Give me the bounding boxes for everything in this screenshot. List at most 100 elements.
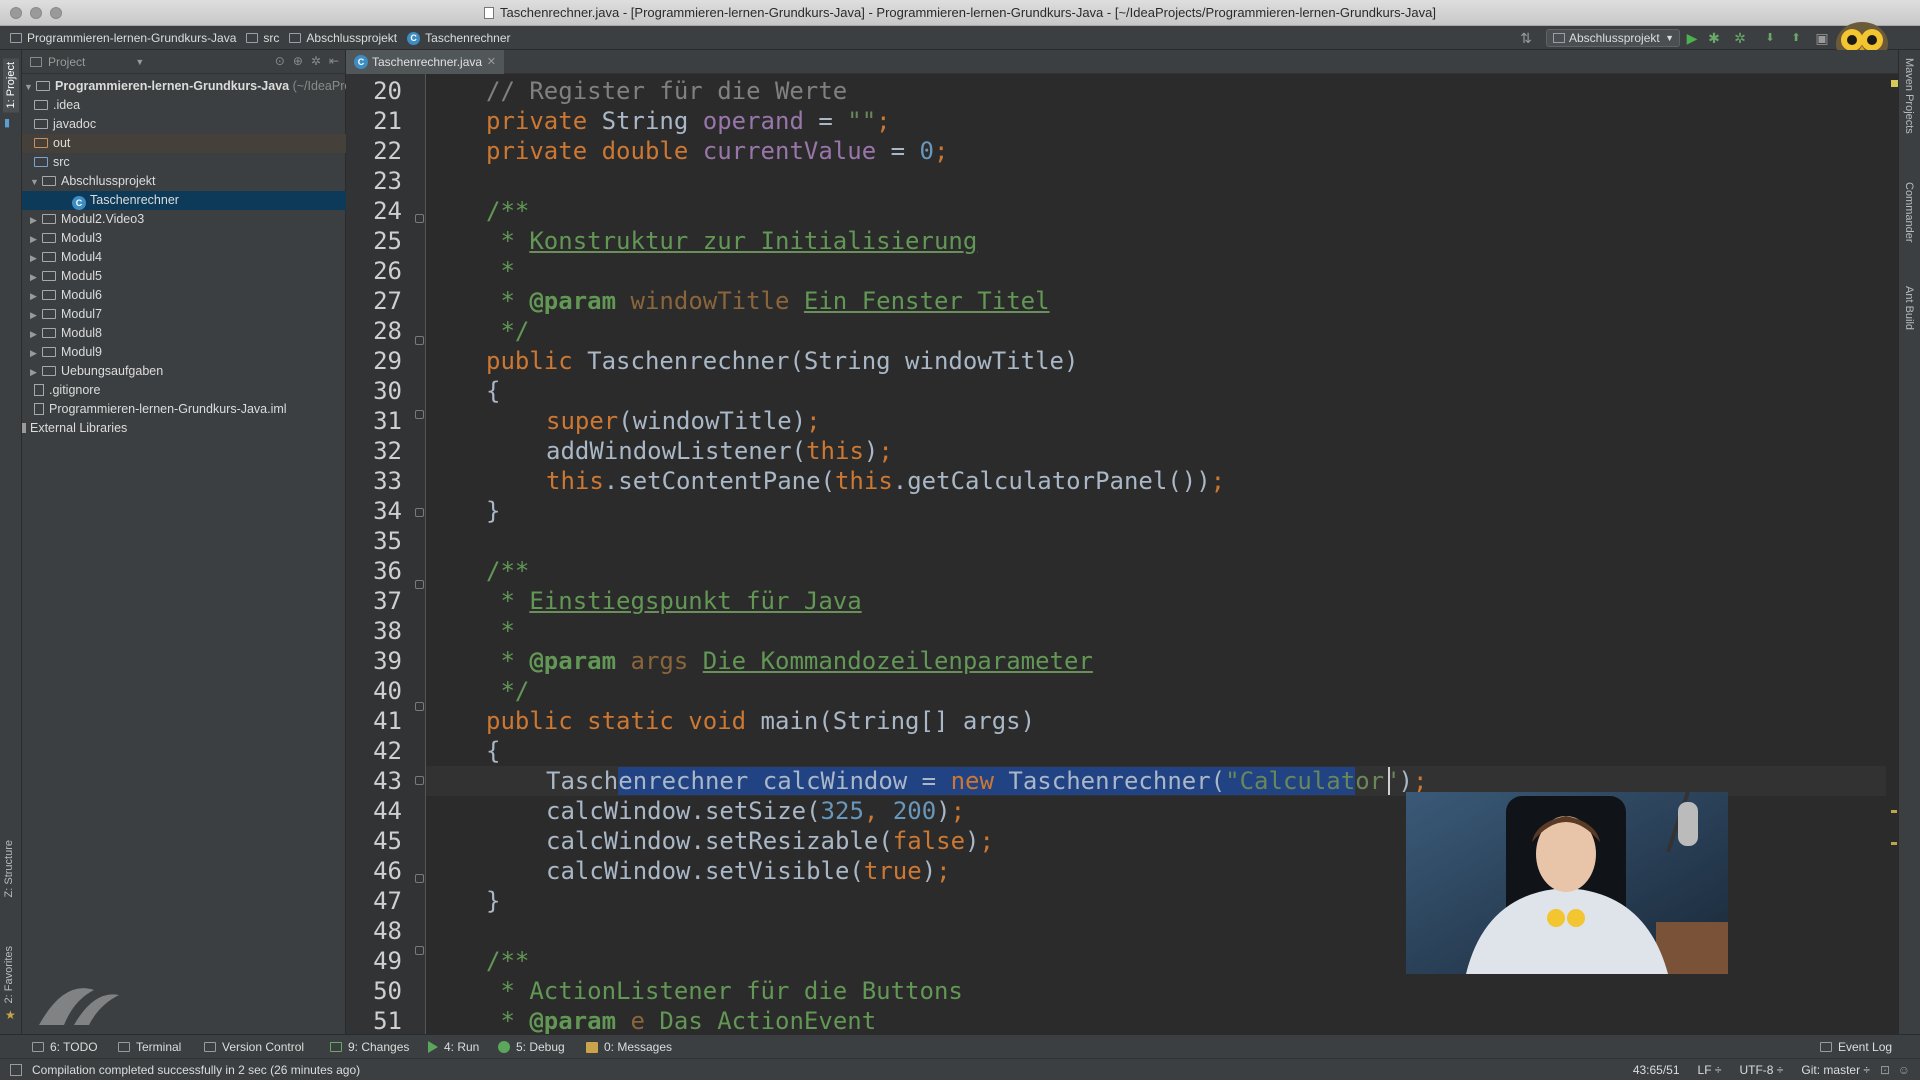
toggle-tool-windows-icon[interactable] — [10, 1064, 22, 1076]
tool-window-bar: 6: TODO Terminal Version Control 9: Chan… — [0, 1034, 1920, 1058]
folder-icon — [36, 81, 50, 91]
tree-item-modul4[interactable]: ▶ Modul4 — [22, 248, 346, 267]
line-number: 28 — [373, 317, 402, 345]
breadcrumb-src[interactable]: src — [246, 31, 279, 45]
chevron-down-icon[interactable]: ▼ — [135, 57, 144, 67]
tab-project[interactable]: 1: Project — [3, 58, 19, 113]
status-indicators: 43:65/51 LF ÷ UTF-8 ÷ Git: master ÷ — [1633, 1059, 1870, 1080]
code-line: private double currentValue = 0; — [486, 137, 949, 165]
package-icon — [42, 252, 56, 262]
tree-item-modul2-video3[interactable]: ▶ Modul2.Video3 — [22, 210, 346, 229]
warning-marker[interactable] — [1891, 810, 1897, 813]
tab-taschenrechner-java[interactable]: C Taschenrechner.java ✕ — [346, 50, 504, 74]
tree-item-out[interactable]: out — [22, 134, 346, 153]
vcs-update-icon[interactable]: ⬇ — [1762, 30, 1778, 46]
debug-button[interactable]: 5: Debug — [498, 1035, 565, 1059]
tree-item-uebungsaufgaben[interactable]: ▶ Uebungsaufgaben — [22, 362, 346, 381]
line-number: 30 — [373, 377, 402, 405]
debug-icon — [498, 1041, 510, 1053]
tree-item-modul8[interactable]: ▶ Modul8 — [22, 324, 346, 343]
run-button[interactable]: 4: Run — [428, 1035, 479, 1059]
caret-position[interactable]: 43:65/51 — [1633, 1059, 1680, 1080]
close-icon[interactable]: ✕ — [487, 50, 496, 74]
build-icon[interactable]: ⇅ — [1518, 30, 1534, 46]
tree-item-src[interactable]: src — [22, 153, 346, 172]
tree-item-idea[interactable]: .idea — [22, 96, 346, 115]
tree-item-modul3[interactable]: ▶ Modul3 — [22, 229, 346, 248]
debug-icon[interactable]: ✱ — [1706, 30, 1722, 46]
tree-item-root[interactable]: ▼ Programmieren-lernen-Grundkurs-Java (~/… — [22, 77, 351, 97]
favorites-star-icon: ★ — [5, 1008, 16, 1022]
tree-item-taschenrechner[interactable]: C Taschenrechner — [22, 191, 346, 210]
coverage-icon[interactable]: ✲ — [1732, 30, 1748, 46]
tree-item-modul9[interactable]: ▶ Modul9 — [22, 343, 346, 362]
tree-item-abschlussprojekt[interactable]: ▼ Abschlussprojekt — [22, 172, 346, 191]
line-number: 43 — [373, 767, 402, 795]
status-message[interactable]: Compilation completed successfully in 2 … — [32, 1059, 360, 1080]
chevron-right-icon[interactable]: ▶ — [30, 363, 42, 382]
chevron-right-icon[interactable]: ▶ — [30, 230, 42, 249]
vcs-commit-icon[interactable]: ⬆ — [1788, 30, 1804, 46]
code-line: * — [486, 617, 515, 645]
todo-button[interactable]: 6: TODO — [32, 1035, 98, 1059]
run-configuration-select[interactable]: Abschlussprojekt ▼ — [1546, 29, 1680, 47]
changes-button[interactable]: 9: Changes — [330, 1035, 409, 1059]
tab-maven-projects[interactable]: Maven Projects — [1903, 58, 1915, 134]
chevron-down-icon: ▼ — [1665, 33, 1674, 43]
chevron-right-icon[interactable]: ▶ — [30, 249, 42, 268]
scroll-from-source-icon[interactable]: ⊙ — [275, 54, 285, 68]
webcam-overlay — [1406, 792, 1728, 974]
event-log-button[interactable]: Event Log — [1820, 1035, 1892, 1059]
gear-icon[interactable]: ✲ — [311, 54, 321, 68]
tree-item-modul5[interactable]: ▶ Modul5 — [22, 267, 346, 286]
lock-icon[interactable]: ⊡ — [1880, 1059, 1890, 1080]
git-branch-select[interactable]: Git: master ÷ — [1801, 1059, 1870, 1080]
tab-structure[interactable]: Z: Structure — [3, 840, 15, 897]
warning-marker[interactable] — [1891, 842, 1897, 845]
breadcrumb-class[interactable]: C Taschenrechner — [407, 31, 511, 45]
tree-item-iml[interactable]: Programmieren-lernen-Grundkurs-Java.iml — [22, 400, 346, 419]
line-number: 42 — [373, 737, 402, 765]
chevron-down-icon[interactable]: ▼ — [30, 173, 42, 192]
chevron-right-icon[interactable]: ▶ — [30, 268, 42, 287]
encoding-select[interactable]: UTF-8 ÷ — [1739, 1059, 1783, 1080]
inspector-icon[interactable]: ☺ — [1898, 1059, 1910, 1080]
breadcrumb-project[interactable]: Programmieren-lernen-Grundkurs-Java — [10, 31, 236, 45]
tree-item-modul7[interactable]: ▶ Modul7 — [22, 305, 346, 324]
tree-item-modul6[interactable]: ▶ Modul6 — [22, 286, 346, 305]
settings-icon[interactable]: ▣ — [1814, 30, 1830, 46]
collapse-all-icon[interactable]: ⊕ — [293, 54, 303, 68]
chevron-right-icon[interactable]: ▶ — [30, 211, 42, 230]
text-cursor — [1388, 767, 1390, 795]
tree-item-javadoc[interactable]: javadoc — [22, 115, 346, 134]
chevron-right-icon[interactable]: ▶ — [30, 306, 42, 325]
tree-item-gitignore[interactable]: .gitignore — [22, 381, 346, 400]
tab-ant-build[interactable]: Ant Build — [1903, 286, 1915, 330]
file-icon — [484, 7, 494, 19]
terminal-button[interactable]: Terminal — [118, 1035, 181, 1059]
tree-item-external-libraries[interactable]: External Libraries — [22, 419, 346, 438]
code-line: * @param args Die Kommandozeilenparamete… — [486, 647, 1093, 675]
line-number: 22 — [373, 137, 402, 165]
line-number: 35 — [373, 527, 402, 555]
chevron-right-icon[interactable]: ▶ — [30, 344, 42, 363]
run-icon[interactable]: ▶ — [1684, 30, 1700, 46]
inspection-status-icon[interactable] — [1891, 80, 1898, 87]
line-number: 51 — [373, 1007, 402, 1035]
left-tool-strip: 1: Project ▮ Z: Structure 2: Favorites ★ — [0, 50, 22, 1050]
hide-panel-icon[interactable]: ⇤ — [329, 54, 339, 68]
version-control-button[interactable]: Version Control — [204, 1035, 304, 1059]
project-view-select[interactable]: Project — [48, 55, 85, 69]
event-log-icon — [1820, 1042, 1832, 1052]
code-line: public static void main(String[] args) — [486, 707, 1036, 735]
line-separator-select[interactable]: LF ÷ — [1698, 1059, 1722, 1080]
error-stripe[interactable] — [1890, 74, 1898, 1034]
chevron-right-icon[interactable]: ▶ — [30, 287, 42, 306]
right-tool-strip: Maven Projects Commander Ant Build — [1898, 50, 1920, 1050]
chevron-right-icon[interactable]: ▶ — [30, 325, 42, 344]
messages-button[interactable]: 0: Messages — [586, 1035, 672, 1059]
tab-favorites[interactable]: 2: Favorites — [3, 946, 15, 1003]
breadcrumb-package[interactable]: Abschlussprojekt — [289, 31, 397, 45]
chevron-down-icon[interactable]: ▼ — [24, 78, 36, 97]
tab-commander[interactable]: Commander — [1903, 182, 1915, 243]
